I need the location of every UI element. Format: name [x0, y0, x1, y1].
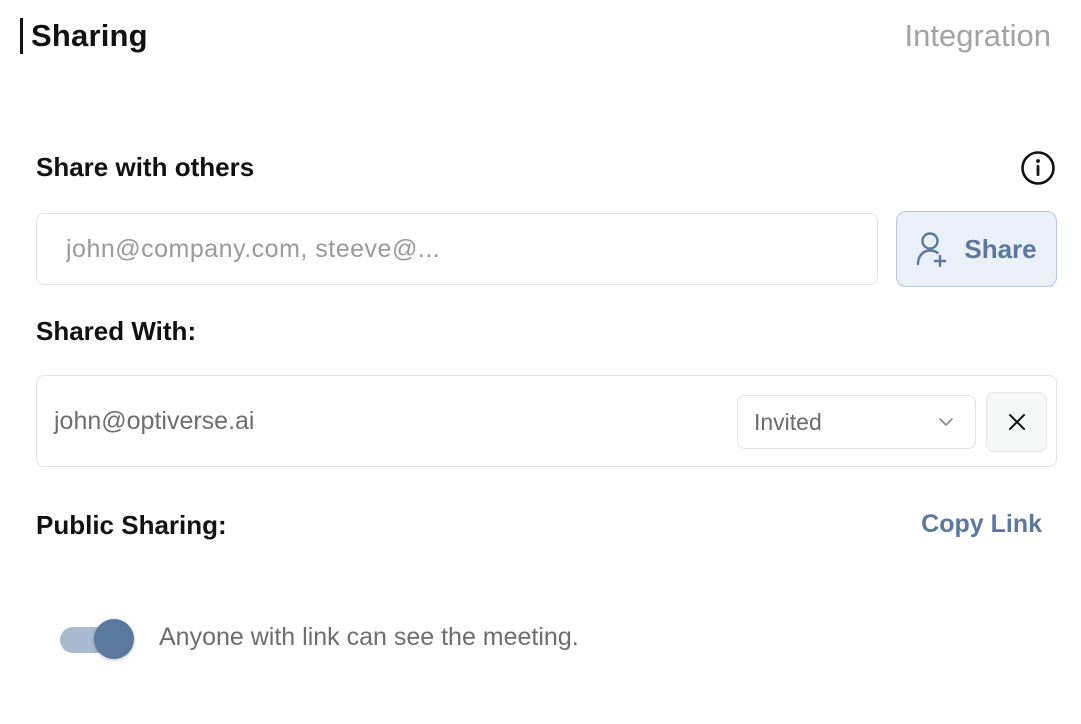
shared-user-row: john@optiverse.ai Invited [36, 375, 1057, 467]
active-tab-indicator [20, 18, 23, 54]
share-button-label: Share [964, 233, 1037, 264]
email-input[interactable] [64, 233, 877, 265]
tab-sharing[interactable]: Sharing [20, 18, 148, 54]
email-field[interactable] [36, 213, 878, 285]
copy-link-button[interactable]: Copy Link [921, 510, 1042, 539]
shared-user-email: john@optiverse.ai [54, 407, 255, 435]
close-icon [1008, 414, 1025, 430]
shared-with-title: Shared With: [36, 316, 197, 346]
public-sharing-title: Public Sharing: [36, 510, 227, 540]
public-link-toggle[interactable] [60, 619, 136, 659]
tab-sharing-label: Sharing [31, 18, 148, 53]
chevron-down-icon [939, 418, 953, 426]
share-with-others-title: Share with others [36, 152, 255, 182]
tab-integration[interactable]: Integration [905, 18, 1052, 54]
status-dropdown-value: Invited [754, 408, 822, 435]
sharing-panel: Sharing Integration Share with others Sh… [0, 0, 1081, 724]
remove-user-button[interactable] [986, 392, 1047, 452]
public-link-toggle-label: Anyone with link can see the meeting. [159, 623, 579, 651]
status-dropdown[interactable]: Invited [737, 395, 976, 449]
toggle-knob [94, 619, 134, 659]
info-circle-icon[interactable] [1020, 150, 1056, 186]
add-user-icon [917, 232, 947, 267]
share-button[interactable]: Share [896, 211, 1057, 287]
